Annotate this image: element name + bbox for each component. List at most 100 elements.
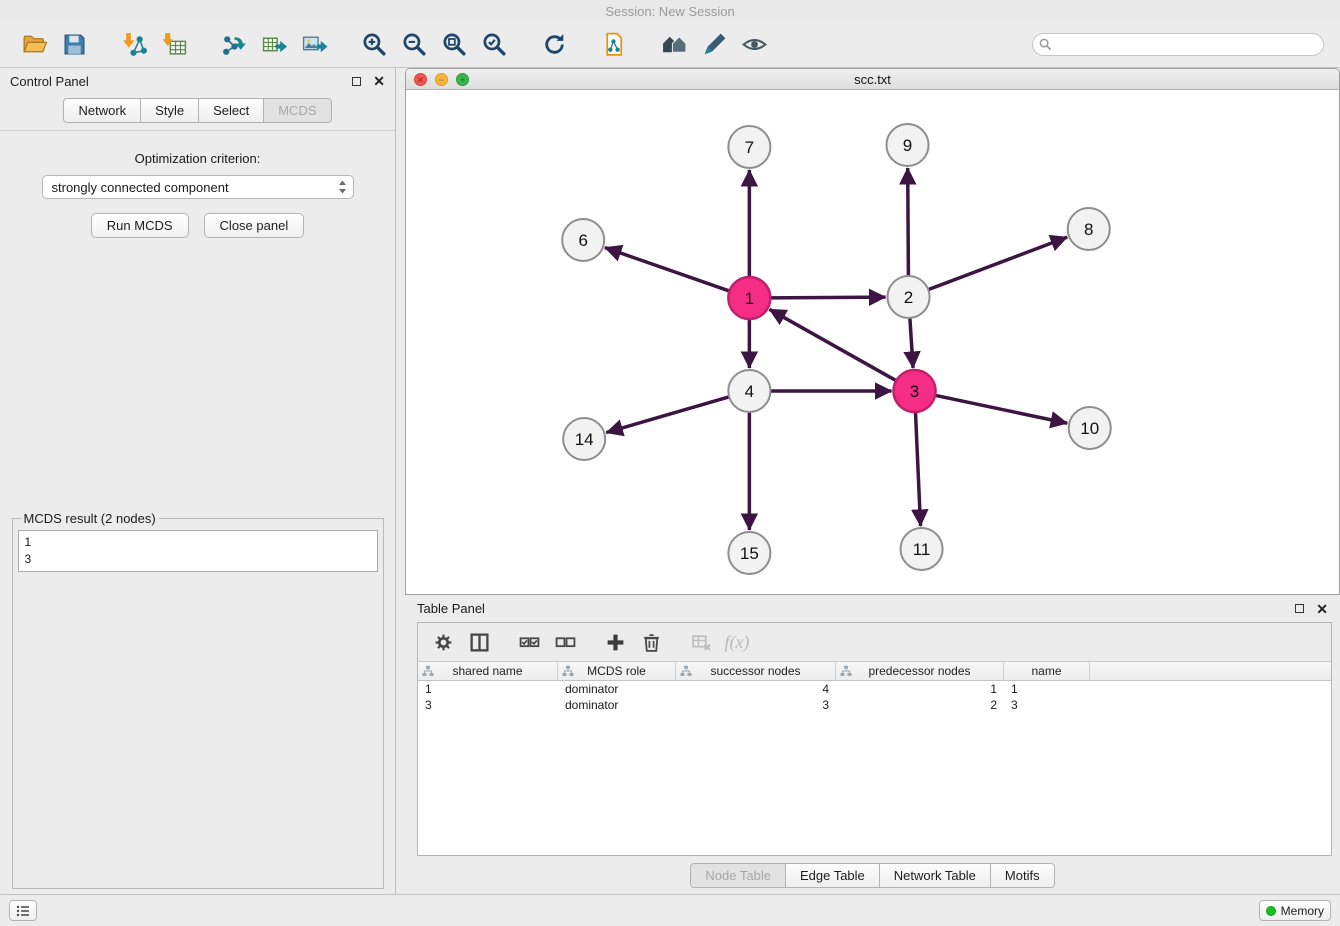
control-panel-header: Control Panel ✕ xyxy=(0,68,395,94)
zoom-in-button[interactable] xyxy=(356,27,392,63)
graph-edge-3-10[interactable] xyxy=(935,395,1067,423)
combo-stepper-icon xyxy=(338,180,347,194)
graph-edge-3-1[interactable] xyxy=(769,309,896,380)
memory-label: Memory xyxy=(1281,904,1324,918)
task-history-button[interactable] xyxy=(9,900,37,921)
column-header-mcds-role[interactable]: MCDS role xyxy=(558,662,676,680)
table-row[interactable]: 1 dominator 4 1 1 xyxy=(418,681,1331,697)
cell-mcds-role[interactable]: dominator xyxy=(558,681,676,697)
mcds-result-item[interactable]: 3 xyxy=(25,551,371,568)
tab-motifs[interactable]: Motifs xyxy=(990,863,1055,888)
table-toolbar: f(x) xyxy=(418,623,1331,661)
cell-mcds-role[interactable]: dominator xyxy=(558,697,676,713)
columns-icon xyxy=(469,632,490,653)
cell-name[interactable]: 3 xyxy=(1004,697,1090,713)
tab-style[interactable]: Style xyxy=(140,98,199,123)
open-session-button[interactable] xyxy=(16,27,52,63)
copy-network-button[interactable] xyxy=(596,27,632,63)
delete-table-button[interactable] xyxy=(686,627,716,657)
create-column-button[interactable] xyxy=(600,627,630,657)
cell-successor-nodes[interactable]: 4 xyxy=(676,681,836,697)
control-panel-float-icon[interactable] xyxy=(352,77,361,86)
table-options-button[interactable] xyxy=(428,627,458,657)
window-close-button[interactable]: ✕ xyxy=(414,73,427,86)
show-columns-button[interactable] xyxy=(464,627,494,657)
table-row[interactable]: 3 dominator 3 2 3 xyxy=(418,697,1331,713)
delete-column-button[interactable] xyxy=(636,627,666,657)
close-panel-button[interactable]: Close panel xyxy=(204,213,305,238)
tab-network-table[interactable]: Network Table xyxy=(879,863,991,888)
cell-name[interactable]: 1 xyxy=(1004,681,1090,697)
tab-select[interactable]: Select xyxy=(198,98,264,123)
graph-node-label-4: 4 xyxy=(745,382,754,401)
network-graph[interactable]: 7968124314101511 xyxy=(406,90,1339,594)
network-window-titlebar[interactable]: ✕ − + scc.txt xyxy=(406,69,1339,90)
tab-node-table[interactable]: Node Table xyxy=(690,863,786,888)
mcds-result-list[interactable]: 1 3 xyxy=(18,530,378,572)
graph-edge-1-6[interactable] xyxy=(605,248,730,291)
table-panel-close-icon[interactable]: ✕ xyxy=(1316,602,1328,616)
refresh-layout-button[interactable] xyxy=(536,27,572,63)
graph-node-label-7: 7 xyxy=(745,138,754,157)
mcds-result-title: MCDS result (2 nodes) xyxy=(21,511,159,526)
cell-predecessor-nodes[interactable]: 1 xyxy=(836,681,1004,697)
eye-icon xyxy=(741,31,768,58)
application-window: Session: New Session xyxy=(0,0,1340,926)
select-all-button[interactable] xyxy=(514,627,544,657)
network-window-title: scc.txt xyxy=(854,72,891,87)
table-body[interactable]: 1 dominator 4 1 1 3 dominator 3 2 3 xyxy=(418,681,1331,855)
zoom-out-button[interactable] xyxy=(396,27,432,63)
cell-shared-name[interactable]: 3 xyxy=(418,697,558,713)
export-network-button[interactable] xyxy=(216,27,252,63)
column-header-name[interactable]: name xyxy=(1004,662,1090,680)
zoom-in-icon xyxy=(361,31,388,58)
save-session-button[interactable] xyxy=(56,27,92,63)
first-neighbors-button[interactable] xyxy=(656,27,692,63)
tab-network[interactable]: Network xyxy=(63,98,141,123)
column-header-predecessor-nodes[interactable]: predecessor nodes xyxy=(836,662,1004,680)
table-panel-float-icon[interactable] xyxy=(1295,604,1304,613)
graph-edge-1-2[interactable] xyxy=(770,297,885,298)
home-icon xyxy=(661,31,688,58)
cell-predecessor-nodes[interactable]: 2 xyxy=(836,697,1004,713)
window-minimize-button[interactable]: − xyxy=(435,73,448,86)
column-header-shared-name[interactable]: shared name xyxy=(418,662,558,680)
mcds-result-item[interactable]: 1 xyxy=(25,534,371,551)
memory-button[interactable]: Memory xyxy=(1259,900,1331,921)
memory-status-dot xyxy=(1266,906,1276,916)
zoom-fit-button[interactable] xyxy=(436,27,472,63)
export-table-icon xyxy=(261,31,288,58)
export-table-button[interactable] xyxy=(256,27,292,63)
status-bar: Memory xyxy=(0,894,1340,926)
graph-edge-2-9[interactable] xyxy=(908,168,909,276)
import-network-button[interactable] xyxy=(116,27,152,63)
tab-mcds[interactable]: MCDS xyxy=(263,98,331,123)
graph-edge-3-11[interactable] xyxy=(915,412,920,526)
window-title: Session: New Session xyxy=(605,4,734,19)
run-mcds-button[interactable]: Run MCDS xyxy=(91,213,189,238)
optimization-criterion-select[interactable]: strongly connected component xyxy=(42,175,354,199)
network-view-window: ✕ − + scc.txt 79681243141015 xyxy=(405,68,1340,595)
show-graphics-details-button[interactable] xyxy=(736,27,772,63)
zoom-selected-button[interactable] xyxy=(476,27,512,63)
search-input[interactable] xyxy=(1032,33,1324,56)
graph-node-label-2: 2 xyxy=(904,288,913,307)
tab-edge-table[interactable]: Edge Table xyxy=(785,863,880,888)
window-maximize-button[interactable]: + xyxy=(456,73,469,86)
graph-edge-2-3[interactable] xyxy=(910,318,913,368)
style-brush-button[interactable] xyxy=(696,27,732,63)
graph-edge-2-8[interactable] xyxy=(928,237,1067,289)
network-canvas[interactable]: 7968124314101511 xyxy=(406,90,1339,594)
function-builder-button[interactable]: f(x) xyxy=(722,627,752,657)
graph-edge-4-14[interactable] xyxy=(606,397,729,433)
export-image-button[interactable] xyxy=(296,27,332,63)
deselect-all-button[interactable] xyxy=(550,627,580,657)
trash-icon xyxy=(641,632,662,653)
import-table-button[interactable] xyxy=(156,27,192,63)
cell-successor-nodes[interactable]: 3 xyxy=(676,697,836,713)
cell-shared-name[interactable]: 1 xyxy=(418,681,558,697)
column-header-successor-nodes[interactable]: successor nodes xyxy=(676,662,836,680)
column-label: successor nodes xyxy=(710,664,800,678)
control-panel-close-icon[interactable]: ✕ xyxy=(373,74,385,88)
control-panel-tabs: Network Style Select MCDS xyxy=(0,94,395,131)
